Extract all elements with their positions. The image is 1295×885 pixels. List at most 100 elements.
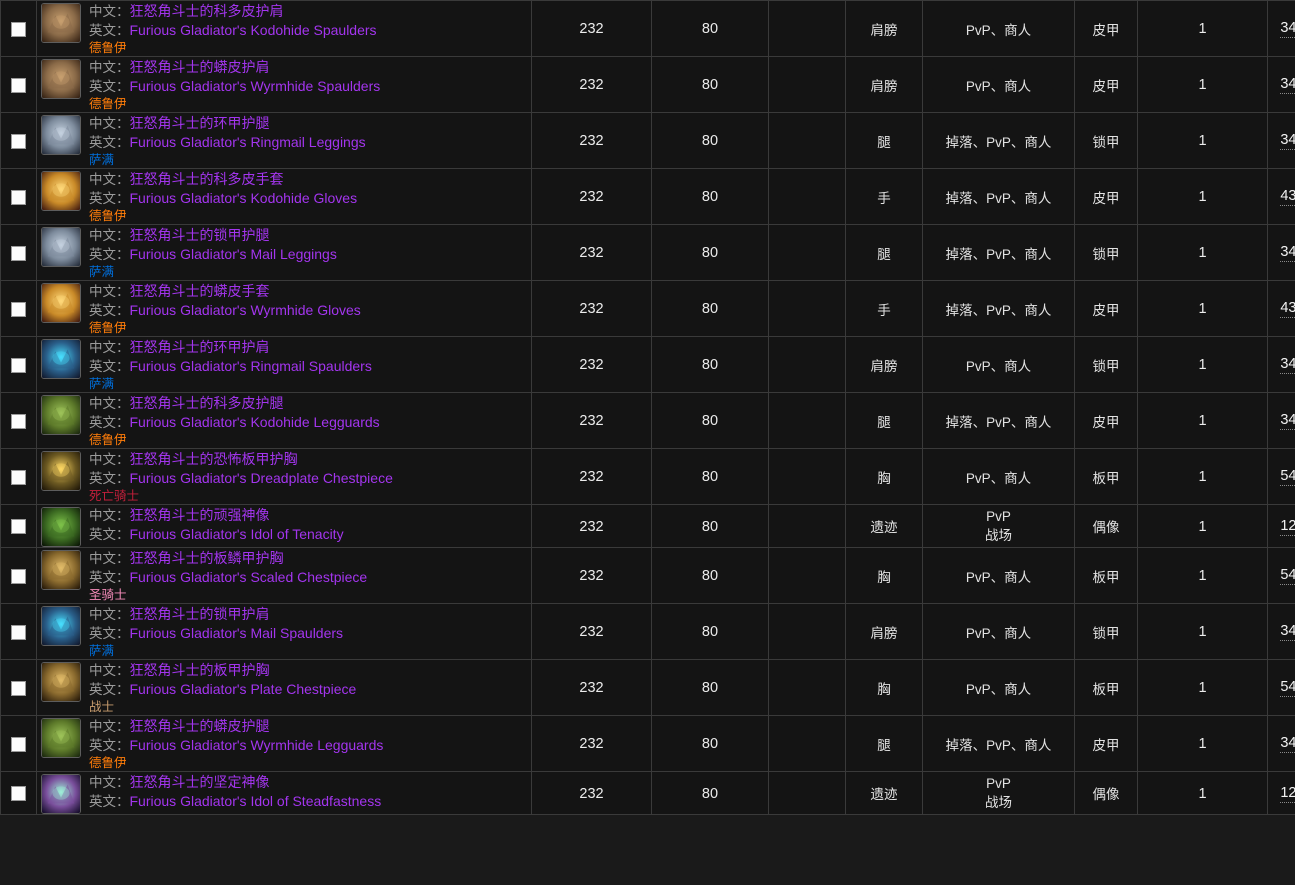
- item-name-en[interactable]: Furious Gladiator's Ringmail Leggings: [130, 134, 366, 150]
- quantity-value: 1: [1198, 21, 1207, 37]
- source-cell: PvP、商人: [922, 336, 1075, 393]
- row-checkbox[interactable]: [11, 568, 26, 584]
- item-name-cn[interactable]: 狂怒角斗士的板鳞甲护胸: [130, 550, 284, 566]
- row-checkbox[interactable]: [11, 77, 26, 93]
- armor-type-value: 皮甲: [1092, 302, 1120, 318]
- cost-value[interactable]: 34,700: [1280, 735, 1295, 753]
- item-name-cn[interactable]: 狂怒角斗士的恐怖板甲护胸: [130, 451, 298, 467]
- item-name-en[interactable]: Furious Gladiator's Mail Spaulders: [130, 625, 344, 641]
- cost-cell: 43,300: [1267, 280, 1295, 337]
- item-name-cn[interactable]: 狂怒角斗士的坚定神像: [130, 774, 270, 790]
- item-name-cn[interactable]: 狂怒角斗士的科多皮手套: [130, 171, 284, 187]
- idol-of-tenacity-icon[interactable]: [41, 507, 81, 547]
- wyrmhide-gloves-icon[interactable]: [41, 283, 81, 323]
- cost-cell: 34,700: [1267, 603, 1295, 660]
- dreadplate-chestpiece-icon[interactable]: [41, 451, 81, 491]
- row-checkbox[interactable]: [11, 469, 26, 485]
- blank-cell: [768, 715, 846, 772]
- row-checkbox[interactable]: [11, 786, 26, 802]
- source-line-1: PvP: [986, 776, 1011, 791]
- wyrmhide-legguards-icon[interactable]: [41, 718, 81, 758]
- row-checkbox[interactable]: [11, 357, 26, 373]
- table-row: 中文：狂怒角斗士的板鳞甲护胸 英文：Furious Gladiator's Sca…: [0, 547, 1295, 604]
- item-name-en[interactable]: Furious Gladiator's Dreadplate Chestpiec…: [130, 470, 393, 486]
- kodohide-spaulders-icon[interactable]: [41, 3, 81, 43]
- item-name-cn[interactable]: 狂怒角斗士的蟒皮手套: [130, 283, 270, 299]
- item-name-cn[interactable]: 狂怒角斗士的科多皮护腿: [130, 395, 284, 411]
- row-checkbox[interactable]: [11, 245, 26, 261]
- item-name-en[interactable]: Furious Gladiator's Wyrmhide Gloves: [130, 302, 361, 318]
- item-name-cn[interactable]: 狂怒角斗士的锁甲护肩: [130, 606, 270, 622]
- kodohide-gloves-icon[interactable]: [41, 171, 81, 211]
- row-checkbox[interactable]: [11, 189, 26, 205]
- item-name-en[interactable]: Furious Gladiator's Kodohide Legguards: [130, 414, 380, 430]
- en-label: 英文：: [89, 79, 130, 94]
- item-name-en[interactable]: Furious Gladiator's Wyrmhide Spaulders: [130, 78, 381, 94]
- cost-value[interactable]: 34,700: [1280, 623, 1295, 641]
- cost-value[interactable]: 34,700: [1280, 356, 1295, 374]
- ringmail-leggings-icon[interactable]: [41, 115, 81, 155]
- row-checkbox[interactable]: [11, 301, 26, 317]
- required-level-cell: 80: [651, 448, 769, 505]
- slot-cell: 腿: [845, 392, 923, 449]
- item-name-cn[interactable]: 狂怒角斗士的科多皮护肩: [130, 3, 284, 19]
- item-name-en[interactable]: Furious Gladiator's Kodohide Gloves: [130, 190, 358, 206]
- kodohide-legguards-icon[interactable]: [41, 395, 81, 435]
- mail-leggings-icon[interactable]: [41, 227, 81, 267]
- item-level-value: 232: [579, 413, 604, 429]
- cost-value[interactable]: 54,500: [1280, 567, 1295, 585]
- item-name-cn[interactable]: 狂怒角斗士的板甲护胸: [130, 662, 270, 678]
- item-name-cn[interactable]: 狂怒角斗士的顽强神像: [130, 507, 270, 523]
- item-name-cn[interactable]: 狂怒角斗士的环甲护腿: [130, 115, 270, 131]
- slot-value: 胸: [877, 470, 891, 486]
- row-checkbox[interactable]: [11, 21, 26, 37]
- item-name-en[interactable]: Furious Gladiator's Idol of Steadfastnes…: [130, 793, 382, 809]
- item-name-cn[interactable]: 狂怒角斗士的环甲护肩: [130, 339, 270, 355]
- item-name-en[interactable]: Furious Gladiator's Idol of Tenacity: [130, 526, 344, 542]
- cost-value[interactable]: 34,700: [1280, 244, 1295, 262]
- armor-type-cell: 偶像: [1074, 771, 1138, 815]
- table-row: 中文：狂怒角斗士的环甲护腿 英文：Furious Gladiator's Ring…: [0, 112, 1295, 169]
- cost-value[interactable]: 34,700: [1280, 76, 1295, 94]
- cost-value[interactable]: 12,000: [1280, 518, 1295, 536]
- item-class-label: 战士: [89, 700, 115, 714]
- item-name-en[interactable]: Furious Gladiator's Plate Chestpiece: [130, 681, 357, 697]
- cost-value[interactable]: 43,300: [1280, 188, 1295, 206]
- row-checkbox[interactable]: [11, 133, 26, 149]
- armor-type-value: 锁甲: [1092, 625, 1120, 641]
- cost-value[interactable]: 54,500: [1280, 679, 1295, 697]
- cost-cell: 34,700: [1267, 0, 1295, 57]
- quantity-cell: 1: [1137, 56, 1268, 113]
- item-class-label: 萨满: [89, 153, 115, 167]
- cost-value[interactable]: 12,000: [1280, 785, 1295, 803]
- cost-value[interactable]: 54,500: [1280, 468, 1295, 486]
- blank-cell: [768, 504, 846, 548]
- item-name-en[interactable]: Furious Gladiator's Mail Leggings: [130, 246, 337, 262]
- quantity-value: 1: [1198, 469, 1207, 485]
- row-checkbox[interactable]: [11, 413, 26, 429]
- scaled-chestpiece-icon[interactable]: [41, 550, 81, 590]
- plate-chestpiece-icon[interactable]: [41, 662, 81, 702]
- idol-of-steadfastness-icon[interactable]: [41, 774, 81, 814]
- item-name-cn[interactable]: 狂怒角斗士的蟒皮护腿: [130, 718, 270, 734]
- row-checkbox[interactable]: [11, 680, 26, 696]
- cost-value[interactable]: 43,300: [1280, 300, 1295, 318]
- mail-spaulders-icon[interactable]: [41, 606, 81, 646]
- required-level-cell: 80: [651, 0, 769, 57]
- row-checkbox[interactable]: [11, 624, 26, 640]
- slot-cell: 胸: [845, 547, 923, 604]
- cost-value[interactable]: 34,700: [1280, 20, 1295, 38]
- ringmail-spaulders-icon[interactable]: [41, 339, 81, 379]
- cost-value[interactable]: 34,700: [1280, 412, 1295, 430]
- item-name-en[interactable]: Furious Gladiator's Scaled Chestpiece: [130, 569, 368, 585]
- item-name-cn[interactable]: 狂怒角斗士的锁甲护腿: [130, 227, 270, 243]
- row-checkbox[interactable]: [11, 736, 26, 752]
- item-name-en[interactable]: Furious Gladiator's Ringmail Spaulders: [130, 358, 372, 374]
- item-name-en[interactable]: Furious Gladiator's Wyrmhide Legguards: [130, 737, 384, 753]
- cost-value[interactable]: 34,700: [1280, 132, 1295, 150]
- item-name-en[interactable]: Furious Gladiator's Kodohide Spaulders: [130, 22, 377, 38]
- item-name-cn[interactable]: 狂怒角斗士的蟒皮护肩: [130, 59, 270, 75]
- wyrmhide-spaulders-icon[interactable]: [41, 59, 81, 99]
- armor-type-cell: 板甲: [1074, 448, 1138, 505]
- row-checkbox[interactable]: [11, 519, 26, 535]
